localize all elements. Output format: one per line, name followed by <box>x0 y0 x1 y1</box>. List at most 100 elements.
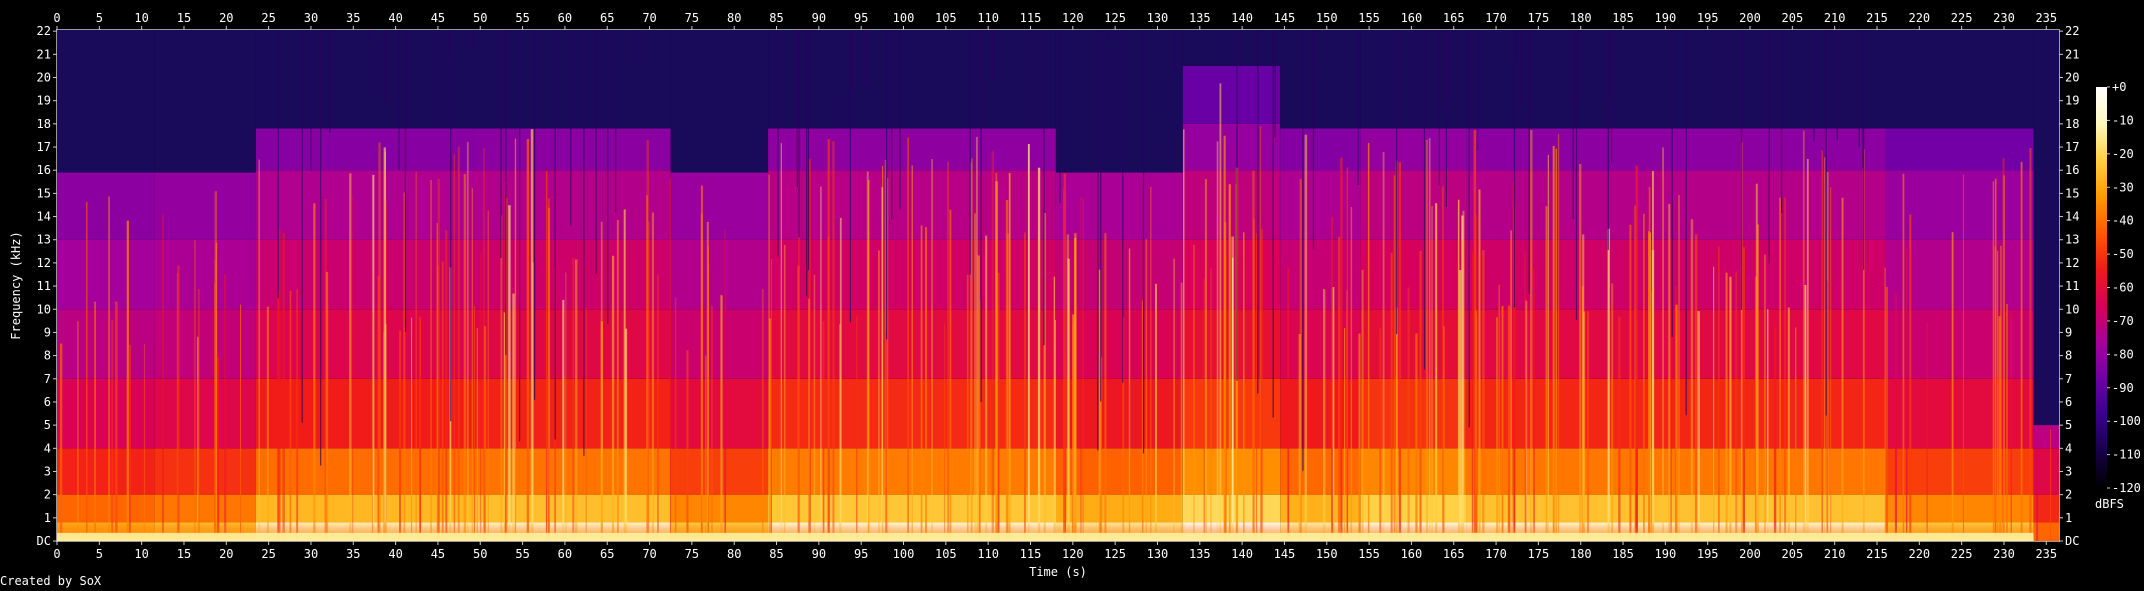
x-tick-label-bottom: 130 <box>1147 547 1169 561</box>
high-freq-region <box>1885 30 2034 129</box>
y-tick-label-left: 19 <box>37 94 51 108</box>
colorbar-tick-label: -70 <box>2112 314 2134 328</box>
x-tick-label-bottom: 180 <box>1570 547 1592 561</box>
x-tick-label-top: 115 <box>1020 11 1042 25</box>
x-tick-label-bottom: 210 <box>1824 547 1846 561</box>
x-tick-label-top: 220 <box>1908 11 1930 25</box>
x-tick-label-top: 210 <box>1824 11 1846 25</box>
y-tick-label-right: 1 <box>2065 511 2072 525</box>
transient-streak <box>2036 440 2039 541</box>
x-tick-label-bottom: 80 <box>727 547 741 561</box>
x-tick-label-bottom: 205 <box>1782 547 1804 561</box>
gap-streak <box>1357 30 1359 185</box>
gap-streak <box>1122 30 1124 383</box>
y-tick-label-right: DC <box>2065 534 2079 548</box>
y-tick-label-right: 21 <box>2065 47 2079 61</box>
high-freq-region <box>670 30 769 173</box>
y-tick-label-right: 4 <box>2065 441 2072 455</box>
credit-text: Created by SoX <box>0 574 102 588</box>
gap-streak <box>1768 30 1770 264</box>
x-tick-label-bottom: 110 <box>977 547 999 561</box>
gap-streak <box>1477 30 1479 151</box>
gap-streak <box>1272 30 1274 418</box>
x-tick-label-top: 165 <box>1443 11 1465 25</box>
spectral-band <box>1280 170 1361 240</box>
x-tick-label-bottom: 155 <box>1358 547 1380 561</box>
x-tick-label-bottom: 140 <box>1231 547 1253 561</box>
x-tick-label-top: 80 <box>727 11 741 25</box>
x-tick-label-bottom: 0 <box>53 547 60 561</box>
gap-streak <box>1438 30 1440 185</box>
spectral-band <box>154 239 256 310</box>
gap-streak <box>583 30 585 456</box>
x-tick-label-top: 170 <box>1485 11 1507 25</box>
y-tick-label-left: 4 <box>44 441 51 455</box>
gap-streak <box>500 30 502 259</box>
gap-streak <box>1107 30 1110 40</box>
spectral-band <box>1360 170 1467 240</box>
y-tick-label-right: 5 <box>2065 418 2072 432</box>
gap-streak <box>607 30 609 325</box>
x-tick-label-bottom: 230 <box>1993 547 2015 561</box>
colorbar-tick-label: -20 <box>2112 147 2134 161</box>
x-tick-label-bottom: 20 <box>219 547 233 561</box>
gap-streak <box>1610 30 1612 98</box>
y-tick-label-right: 3 <box>2065 464 2072 478</box>
colorbar-tick-label: -80 <box>2112 347 2134 361</box>
y-tick-label-left: 16 <box>37 163 51 177</box>
x-tick-label-bottom: 70 <box>642 547 656 561</box>
y-tick-label-left: 6 <box>44 395 51 409</box>
y-tick-label-right: 2 <box>2065 488 2072 502</box>
x-tick-label-bottom: 60 <box>558 547 572 561</box>
gap-streak <box>320 30 322 466</box>
x-tick-label-bottom: 160 <box>1401 547 1423 561</box>
x-tick-label-top: 120 <box>1062 11 1084 25</box>
gap-streak <box>1059 30 1061 204</box>
gap-streak <box>384 30 386 104</box>
x-tick-label-top: 175 <box>1528 11 1550 25</box>
gap-streak <box>1236 30 1238 381</box>
colorbar-gradient <box>2096 87 2107 488</box>
high-freq-region <box>768 30 1056 129</box>
spectrogram-chart: 0055101015152020252530303535404045455050… <box>9 11 2141 579</box>
x-tick-label-bottom: 185 <box>1612 547 1634 561</box>
x-tick-label-top: 150 <box>1316 11 1338 25</box>
x-tick-label-top: 130 <box>1147 11 1169 25</box>
gap-streak <box>1836 30 1838 141</box>
colorbar-tick-label: -100 <box>2112 414 2141 428</box>
x-tick-label-bottom: 125 <box>1104 547 1126 561</box>
colorbar-unit-label: dBFS <box>2095 497 2124 511</box>
gap-streak <box>777 30 779 257</box>
y-tick-label-left: 10 <box>37 302 51 316</box>
gap-streak <box>368 30 370 40</box>
spectral-band <box>1280 378 1361 449</box>
y-tick-label-left: 3 <box>44 464 51 478</box>
gap-streak <box>864 30 866 85</box>
y-tick-label-left: 5 <box>44 418 51 432</box>
y-tick-label-right: 7 <box>2065 372 2072 386</box>
y-tick-label-left: 13 <box>37 233 51 247</box>
high-freq-region <box>2033 30 2059 426</box>
y-tick-label-right: 18 <box>2065 117 2079 131</box>
x-axis-title: Time (s) <box>1029 565 1087 579</box>
gap-streak <box>1447 30 1449 103</box>
gap-streak <box>554 30 556 440</box>
x-tick-label-bottom: 65 <box>600 547 614 561</box>
gap-streak <box>1257 30 1259 394</box>
gap-streak <box>1312 30 1315 249</box>
gap-streak <box>1468 30 1470 428</box>
x-tick-label-bottom: 135 <box>1189 547 1211 561</box>
y-tick-label-right: 12 <box>2065 256 2079 270</box>
x-tick-label-bottom: 30 <box>304 547 318 561</box>
x-tick-label-bottom: 145 <box>1274 547 1296 561</box>
x-tick-label-top: 60 <box>558 11 572 25</box>
spectral-band <box>670 309 769 379</box>
x-tick-label-top: 140 <box>1231 11 1253 25</box>
y-tick-label-left: 18 <box>37 117 51 131</box>
x-tick-label-top: 95 <box>854 11 868 25</box>
x-tick-label-top: 0 <box>53 11 60 25</box>
gap-streak <box>1607 30 1609 251</box>
spectral-band <box>1280 239 1361 310</box>
x-tick-label-top: 125 <box>1104 11 1126 25</box>
gap-streak <box>1813 30 1815 142</box>
